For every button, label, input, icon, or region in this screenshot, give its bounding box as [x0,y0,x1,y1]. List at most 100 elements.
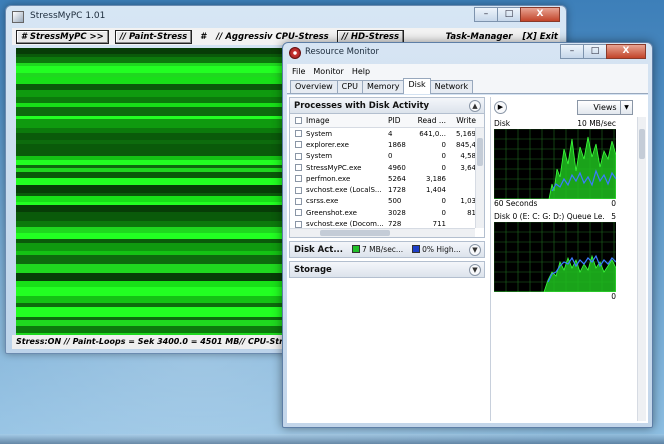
row-checkbox[interactable] [294,130,302,138]
row-checkbox[interactable] [294,197,302,205]
cell-image: perfmon.exe [306,174,351,183]
collapse-chevron-icon[interactable]: ▲ [469,100,481,112]
resmon-titlebar[interactable]: Resource Monitor – □ X [283,43,652,63]
column-image[interactable]: Image [306,116,384,125]
minimize-button[interactable]: – [474,7,498,22]
cell-read: 0 [441,152,446,161]
table-row[interactable]: csrss.exe 500 0 1,03 [290,196,484,207]
close-button[interactable]: X [520,7,560,22]
table-row[interactable]: Greenshot.exe 3028 0 81 [290,207,484,218]
resource-monitor-icon [289,47,301,59]
window-controls: – □ X [474,7,560,22]
paint-stress-button[interactable]: // Paint-Stress [114,29,193,44]
tab-disk[interactable]: Disk [403,78,431,94]
tab-overview[interactable]: Overview [290,80,338,93]
active-time-legend-swatch [412,245,421,253]
graphs-pane: ▶ Views ▼ Disk 10 MB/sec 60 Seconds 0 Di… [490,97,646,421]
cell-write: 3,64 [460,163,476,172]
cell-read: 3,186 [425,174,446,183]
row-checkbox[interactable] [294,141,302,149]
cell-image: svchost.exe (Docom... [306,220,384,229]
table-row[interactable]: StressMyPC.exe 4960 0 3,64 [290,162,484,173]
disk-graph-min: 0 [611,199,616,208]
queue-graph-min: 0 [611,292,616,301]
processes-panel-title: Processes with Disk Activity [294,101,430,111]
stressmypc-app-icon [12,11,24,23]
table-row[interactable]: svchost.exe (LocalS... 1728 1,404 [290,184,484,195]
queue-graph-title: Disk 0 (E: C: G: D:) Queue Le... [494,212,604,221]
table-row[interactable]: explorer.exe 1868 0 845,4 [290,139,484,150]
exit-button[interactable]: [X] Exit [520,31,560,43]
disk-activity-panel-header[interactable]: Disk Act... 7 MB/sec... 0% High... ▼ [289,241,485,258]
taskbar-edge [0,434,664,444]
cell-read: 0 [441,140,446,149]
disk-graph-timespan: 60 Seconds [494,199,538,208]
cell-image: StressMyPC.exe [306,163,362,172]
menu-monitor[interactable]: Monitor [313,67,343,76]
views-label: Views [593,102,617,112]
cell-write: 4,58 [460,152,476,161]
cell-pid: 4960 [388,163,406,172]
close-button[interactable]: X [606,44,646,59]
row-checkbox[interactable] [294,220,302,228]
select-all-checkbox[interactable] [294,117,302,124]
window-title: StressMyPC 1.01 [30,11,106,21]
expand-chevron-icon[interactable]: ▼ [469,244,481,256]
window-title: Resource Monitor [305,47,379,57]
cell-write: 81 [467,208,476,217]
disk-panels: Processes with Disk Activity ▲ Image PID… [289,97,485,421]
stressmypc-titlebar[interactable]: StressMyPC 1.01 – □ X [6,6,566,28]
cell-read: 1,404 [425,186,446,195]
row-checkbox[interactable] [294,175,302,183]
cpu-stress-button[interactable]: // Aggressiv CPU-Stress [214,31,331,43]
storage-title: Storage [294,265,332,275]
tab-network[interactable]: Network [429,80,474,93]
maximize-button[interactable]: □ [497,7,521,22]
menu-file[interactable]: File [292,67,305,76]
row-checkbox[interactable] [294,209,302,217]
cell-write: 5,169 [455,129,476,138]
stressmypc-menu-button[interactable]: # StressMyPC >> [16,29,109,44]
graphs-vertical-scrollbar[interactable] [637,117,646,421]
tab-memory[interactable]: Memory [361,80,405,93]
disk-graph-title: Disk [494,119,511,128]
expand-chevron-icon[interactable]: ▼ [469,264,481,276]
maximize-button[interactable]: □ [583,44,607,59]
table-row[interactable]: System 4 641,0... 5,169 [290,128,484,139]
cell-read: 0 [441,197,446,206]
table-row[interactable]: perfmon.exe 5264 3,186 [290,173,484,184]
processes-panel-header[interactable]: Processes with Disk Activity ▲ [289,97,485,114]
window-controls: – □ X [560,44,646,59]
cell-pid: 1728 [388,186,406,195]
menu-separator: # [200,31,207,42]
storage-panel-header[interactable]: Storage ▼ [289,261,485,278]
menu-help[interactable]: Help [352,67,370,76]
row-checkbox[interactable] [294,152,302,160]
column-pid[interactable]: PID [384,116,414,125]
minimize-button[interactable]: – [560,44,584,59]
row-checkbox[interactable] [294,164,302,172]
views-dropdown[interactable]: Views ▼ [577,99,633,115]
chevron-down-icon: ▼ [620,100,632,114]
cell-image: csrss.exe [306,197,339,206]
disk-graph: Disk 10 MB/sec 60 Seconds 0 [494,119,616,209]
table-header: Image PID Read ... Write [290,114,484,128]
column-read[interactable]: Read ... [414,116,448,125]
cell-pid: 3028 [388,208,406,217]
chevron-right-icon[interactable]: ▶ [494,100,507,114]
disk-queue-graph: Disk 0 (E: C: G: D:) Queue Le... 5 0 [494,212,616,302]
cell-pid: 1868 [388,140,406,149]
table-vertical-scrollbar[interactable] [475,128,484,228]
cell-write: 1,03 [460,197,476,206]
table-row[interactable]: System 0 0 4,58 [290,151,484,162]
cell-image: explorer.exe [306,140,349,149]
row-checkbox[interactable] [294,186,302,194]
table-horizontal-scrollbar[interactable] [290,228,475,237]
task-manager-button[interactable]: Task-Manager [444,31,515,43]
disk-graph-plot [494,129,616,199]
queue-graph-max: 5 [611,212,616,221]
tab-cpu[interactable]: CPU [336,80,363,93]
cell-read: 0 [441,163,446,172]
cell-read: 711 [432,220,446,229]
column-write[interactable]: Write [448,116,476,125]
